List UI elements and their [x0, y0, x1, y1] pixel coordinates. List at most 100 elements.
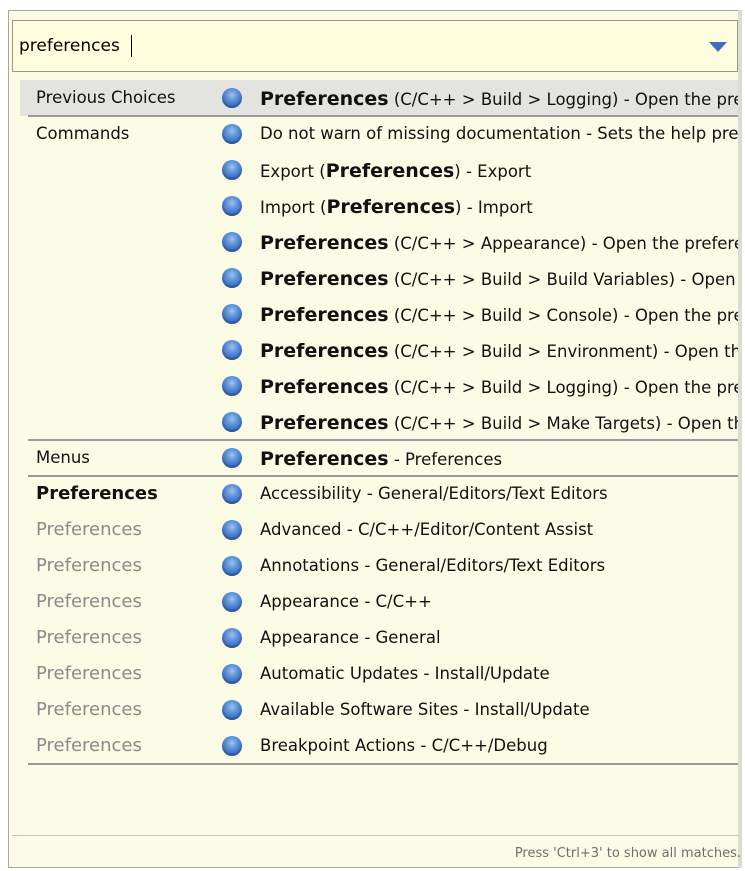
result-text: Advanced - C/C++/Editor/Content Assist	[260, 520, 594, 539]
result-row[interactable]: Preferences (C/C++ > Build > Console) - …	[20, 296, 738, 332]
result-row[interactable]: Preferences Accessibility - General/Edito…	[20, 476, 738, 512]
result-text: Breakpoint Actions - C/C++/Debug	[260, 736, 548, 755]
history-dropdown-button[interactable]	[707, 39, 729, 55]
result-label: Export (Preferences) - Export	[260, 160, 738, 182]
result-match-text: Preferences	[260, 88, 389, 110]
group-separator	[28, 763, 738, 765]
category-label: Preferences	[36, 663, 142, 684]
result-detail-text: (C/C++ > Appearance) - Open the preferen…	[393, 234, 738, 253]
result-text: Do not warn of missing documentation - S…	[260, 124, 738, 143]
category-label: Preferences	[36, 699, 142, 720]
result-row[interactable]: Preferences Annotations - General/Editors…	[20, 548, 738, 584]
result-detail-text: (C/C++ > Build > Console) - Open the pre…	[393, 306, 738, 325]
result-row[interactable]: Commands Do not warn of missing documenta…	[20, 116, 738, 152]
result-row[interactable]: Preferences Breakpoint Actions - C/C++/De…	[20, 728, 738, 764]
result-label: Preferences (C/C++ > Build > Environment…	[260, 340, 738, 362]
window-edge	[738, 10, 742, 868]
result-label: Accessibility - General/Editors/Text Edi…	[260, 484, 738, 503]
result-row[interactable]: Preferences Advanced - C/C++/Editor/Conte…	[20, 512, 738, 548]
result-row[interactable]: Preferences (C/C++ > Build > Make Target…	[20, 404, 738, 440]
result-label: Import (Preferences) - Import	[260, 196, 738, 218]
result-row[interactable]: Preferences Appearance - General	[20, 620, 738, 656]
result-label: Do not warn of missing documentation - S…	[260, 124, 738, 143]
blue-ball-icon	[222, 304, 242, 324]
blue-ball-icon	[222, 376, 242, 396]
result-text: Import (	[260, 198, 327, 217]
text-caret	[131, 35, 132, 57]
result-label: Appearance - C/C++	[260, 592, 738, 611]
blue-ball-icon	[222, 628, 242, 648]
blue-ball-icon	[222, 412, 242, 432]
result-text: Automatic Updates - Install/Update	[260, 664, 550, 683]
result-label: Preferences (C/C++ > Build > Make Target…	[260, 412, 738, 434]
result-label: Appearance - General	[260, 628, 738, 647]
category-label: Preferences	[36, 627, 142, 648]
blue-ball-icon	[222, 268, 242, 288]
result-row[interactable]: Menus Preferences - Preferences	[20, 440, 738, 476]
result-label: Advanced - C/C++/Editor/Content Assist	[260, 520, 738, 539]
result-row[interactable]: Preferences (C/C++ > Build > Build Varia…	[20, 260, 738, 296]
category-label: Preferences	[36, 519, 142, 540]
result-label: Annotations - General/Editors/Text Edito…	[260, 556, 738, 575]
result-row[interactable]: Preferences Available Software Sites - In…	[20, 692, 738, 728]
result-detail-text: ) - Export	[454, 162, 532, 181]
result-match-text: Preferences	[260, 340, 389, 362]
category-label: Preferences	[36, 735, 142, 756]
result-match-text: Preferences	[260, 412, 389, 434]
result-text: Appearance - General	[260, 628, 441, 647]
blue-ball-icon	[222, 736, 242, 756]
result-text: Export (	[260, 162, 326, 181]
result-detail-text: (C/C++ > Build > Logging) - Open the pre…	[393, 378, 738, 397]
category-label: Preferences	[36, 591, 142, 612]
category-label: Previous Choices	[36, 88, 176, 107]
result-row[interactable]: Previous Choices Preferences (C/C++ > Bui…	[20, 80, 738, 116]
result-text: Available Software Sites - Install/Updat…	[260, 700, 590, 719]
result-text: Accessibility - General/Editors/Text Edi…	[260, 484, 608, 503]
result-row[interactable]: Preferences Appearance - C/C++	[20, 584, 738, 620]
category-label: Commands	[36, 124, 130, 143]
category-label: Preferences	[36, 483, 158, 504]
result-label: Preferences (C/C++ > Build > Logging) - …	[260, 376, 738, 398]
result-match-text: Preferences	[260, 376, 389, 398]
footer-divider	[12, 835, 738, 836]
result-label: Preferences (C/C++ > Build > Logging) - …	[260, 88, 738, 110]
result-row[interactable]: Export (Preferences) - Export	[20, 152, 738, 188]
result-text: Appearance - C/C++	[260, 592, 432, 611]
result-detail-text: (C/C++ > Build > Logging) - Open the pre…	[393, 90, 738, 109]
footer-hint: Press 'Ctrl+3' to show all matches.	[514, 846, 741, 861]
blue-ball-icon	[222, 124, 242, 144]
blue-ball-icon	[222, 160, 242, 180]
result-match-text: Preferences	[260, 268, 389, 290]
result-match-text: Preferences	[260, 448, 389, 470]
result-label: Preferences - Preferences	[260, 448, 738, 470]
result-row[interactable]: Preferences (C/C++ > Appearance) - Open …	[20, 224, 738, 260]
result-match-text: Preferences	[325, 160, 455, 182]
blue-ball-icon	[222, 484, 242, 504]
blue-ball-icon	[222, 664, 242, 684]
blue-ball-icon	[222, 88, 242, 108]
result-label: Automatic Updates - Install/Update	[260, 664, 738, 683]
blue-ball-icon	[222, 700, 242, 720]
results-list: Previous Choices Preferences (C/C++ > Bui…	[20, 80, 738, 792]
result-detail-text: (C/C++ > Build > Environment) - Open the…	[393, 342, 738, 361]
result-match-text: Preferences	[326, 196, 456, 218]
result-row[interactable]: Preferences (C/C++ > Build > Logging) - …	[20, 368, 738, 404]
blue-ball-icon	[222, 556, 242, 576]
result-match-text: Preferences	[260, 232, 389, 254]
blue-ball-icon	[222, 448, 242, 468]
category-label: Preferences	[36, 555, 142, 576]
result-row[interactable]: Preferences Automatic Updates - Install/U…	[20, 656, 738, 692]
blue-ball-icon	[222, 196, 242, 216]
blue-ball-icon	[222, 340, 242, 360]
blue-ball-icon	[222, 520, 242, 540]
result-detail-text: ) - Import	[455, 198, 533, 217]
result-text: Annotations - General/Editors/Text Edito…	[260, 556, 606, 575]
blue-ball-icon	[222, 232, 242, 252]
result-label: Preferences (C/C++ > Build > Console) - …	[260, 304, 738, 326]
search-input[interactable]	[19, 33, 699, 59]
result-detail-text: (C/C++ > Build > Build Variables) - Open…	[393, 270, 738, 289]
result-row[interactable]: Import (Preferences) - Import	[20, 188, 738, 224]
chevron-down-icon	[709, 42, 727, 52]
result-row[interactable]: Preferences (C/C++ > Build > Environment…	[20, 332, 738, 368]
result-label: Available Software Sites - Install/Updat…	[260, 700, 738, 719]
